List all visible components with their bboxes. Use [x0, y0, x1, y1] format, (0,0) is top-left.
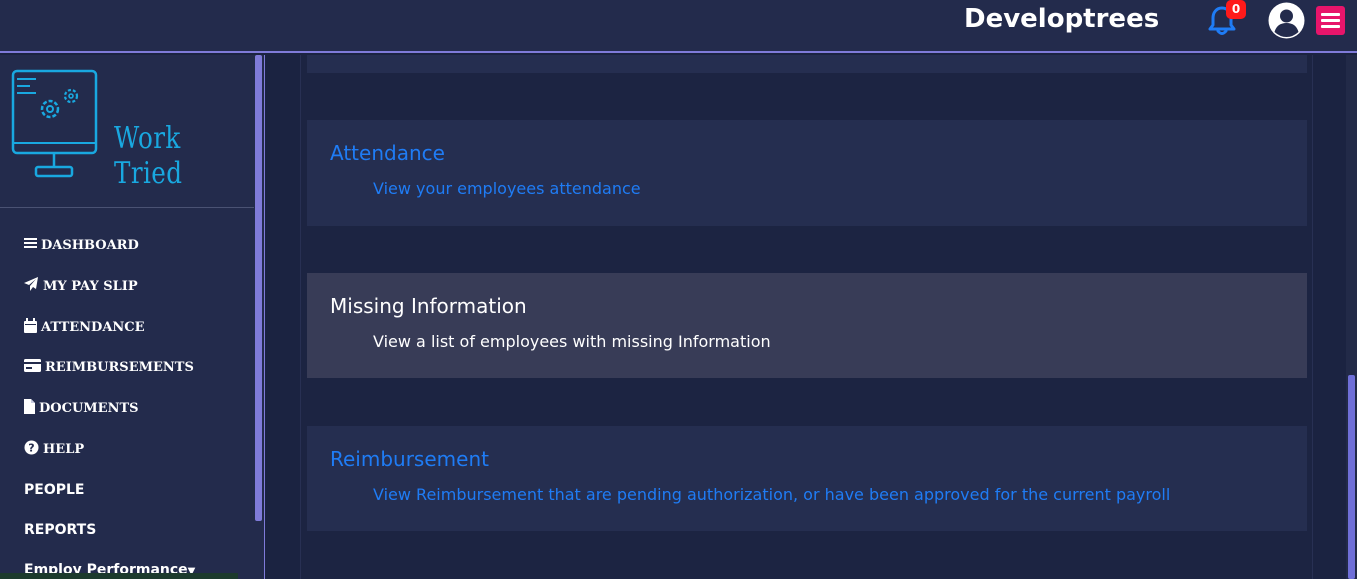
- sidebar-divider: [0, 207, 254, 208]
- main-scrollbar-thumb[interactable]: [1348, 375, 1355, 579]
- hamburger-menu-button[interactable]: [1316, 6, 1345, 35]
- paper-plane-icon: [24, 277, 39, 295]
- notification-count-badge: 0: [1226, 0, 1246, 19]
- missing-information-card[interactable]: Missing Information View a list of emplo…: [307, 273, 1307, 378]
- sidebar-item-people[interactable]: PEOPLE: [24, 482, 84, 498]
- calendar-icon: [24, 317, 37, 337]
- reimbursement-card[interactable]: Reimbursement View Reimbursement that ar…: [307, 426, 1307, 531]
- sidebar-item-label: DOCUMENTS: [39, 400, 139, 416]
- card-title[interactable]: Attendance: [330, 141, 445, 165]
- menu-bar-icon: [1321, 19, 1340, 22]
- card-title[interactable]: Missing Information: [330, 294, 527, 318]
- sidebar-item-label: HELP: [43, 441, 85, 457]
- svg-text:?: ?: [28, 441, 34, 454]
- sidebar-item-documents[interactable]: DOCUMENTS: [24, 398, 139, 418]
- bottom-strip: [0, 573, 238, 579]
- card-description[interactable]: View a list of employees with missing In…: [373, 332, 771, 351]
- credit-card-icon: [24, 358, 41, 376]
- card-description[interactable]: View Reimbursement that are pending auth…: [373, 485, 1170, 504]
- user-avatar-icon[interactable]: [1268, 2, 1305, 39]
- bars-icon: [24, 237, 37, 253]
- sidebar-item-attendance[interactable]: ATTENDANCE: [24, 317, 145, 337]
- sidebar-item-help[interactable]: ? HELP: [24, 439, 84, 459]
- previous-card[interactable]: [307, 55, 1307, 73]
- sidebar-item-label: MY PAY SLIP: [43, 278, 138, 294]
- card-title[interactable]: Reimbursement: [330, 447, 489, 471]
- card-description[interactable]: View your employees attendance: [373, 179, 641, 198]
- menu-bar-icon: [1321, 25, 1340, 28]
- sidebar-scrollbar[interactable]: [255, 55, 262, 521]
- sidebar-item-label: ATTENDANCE: [41, 319, 145, 335]
- sidebar: Work Tried DASHBOARD MY PAY SLIP ATTENDA…: [0, 55, 264, 579]
- menu-bar-icon: [1321, 13, 1340, 16]
- sidebar-item-dashboard[interactable]: DASHBOARD: [24, 235, 139, 255]
- sidebar-item-reimbursements[interactable]: REIMBURSEMENTS: [24, 357, 194, 377]
- sidebar-item-label: DASHBOARD: [41, 237, 139, 253]
- attendance-card[interactable]: Attendance View your employees attendanc…: [307, 120, 1307, 226]
- file-icon: [24, 398, 35, 418]
- sidebar-item-my-pay-slip[interactable]: MY PAY SLIP: [24, 276, 138, 296]
- work-tried-logo: Work Tried: [10, 69, 235, 191]
- brand-name: Developtrees: [964, 4, 1160, 34]
- top-header: Developtrees 0: [0, 0, 1357, 53]
- logo-text: Work Tried: [114, 121, 183, 191]
- sidebar-item-label: REIMBURSEMENTS: [45, 359, 194, 375]
- sidebar-item-reports[interactable]: REPORTS: [24, 522, 96, 538]
- question-circle-icon: ?: [24, 440, 39, 459]
